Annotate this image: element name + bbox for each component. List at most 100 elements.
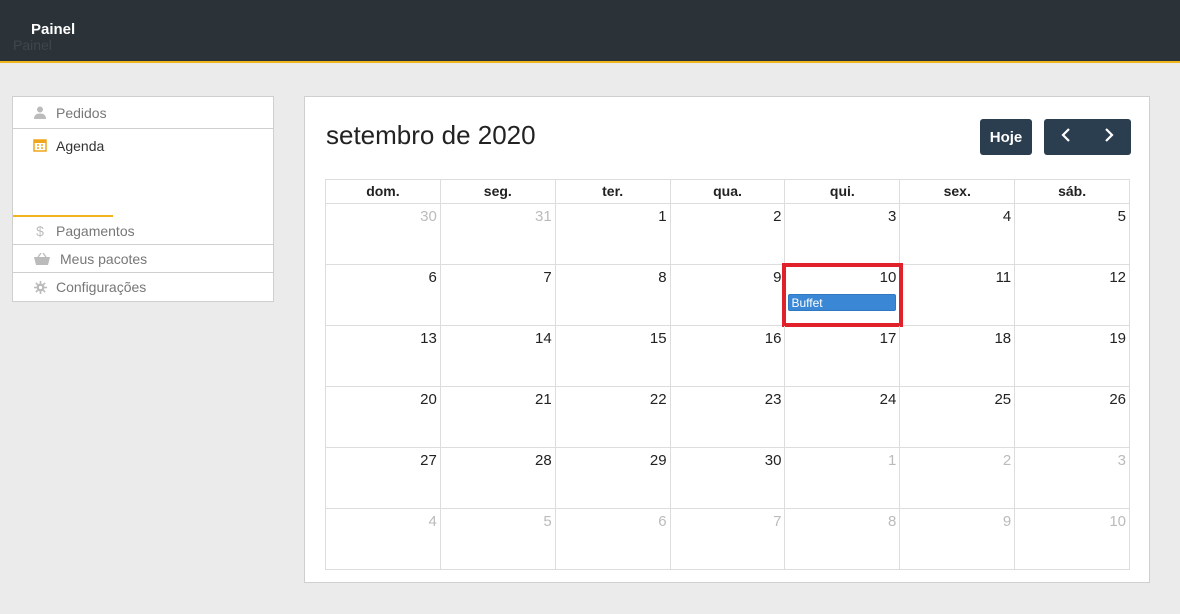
sidebar-item-pedidos[interactable]: Pedidos — [13, 97, 273, 129]
day-cell[interactable]: 17 — [785, 326, 901, 386]
prev-month-button[interactable] — [1045, 119, 1088, 155]
weekday-header: dom. — [326, 180, 441, 203]
day-cell[interactable]: 18 — [900, 326, 1016, 386]
day-cell[interactable]: 5 — [441, 509, 556, 569]
week-row: 27 28 29 30 1 2 3 — [326, 448, 1129, 509]
day-number: 30 — [420, 208, 437, 225]
day-cell[interactable]: 8 — [785, 509, 901, 569]
day-cell[interactable]: 24 — [785, 387, 901, 447]
day-cell[interactable]: 15 — [556, 326, 671, 386]
day-number: 19 — [1109, 330, 1127, 347]
day-cell[interactable]: 31 — [441, 204, 556, 264]
day-cell[interactable]: 9 — [900, 509, 1016, 569]
nav-button-group — [1044, 119, 1131, 155]
day-number: 2 — [1002, 452, 1012, 469]
day-number: 12 — [1109, 269, 1127, 286]
sidebar-item-configuracoes[interactable]: Configurações — [13, 273, 273, 301]
day-cell[interactable]: 4 — [326, 509, 441, 569]
day-cell[interactable]: 21 — [441, 387, 556, 447]
day-number: 9 — [773, 269, 782, 286]
day-cell[interactable]: 1 — [785, 448, 901, 508]
day-number: 8 — [658, 269, 667, 286]
day-cell[interactable]: 25 — [900, 387, 1016, 447]
day-cell[interactable]: 3 — [1015, 448, 1129, 508]
sidebar-item-agenda[interactable]: Agenda — [13, 129, 273, 217]
day-number: 2 — [773, 208, 782, 225]
day-cell[interactable]: 19 — [1015, 326, 1129, 386]
day-cell[interactable]: 27 — [326, 448, 441, 508]
day-cell[interactable]: 2 — [671, 204, 786, 264]
sidebar-item-label: Pedidos — [56, 104, 107, 121]
day-number: 6 — [658, 513, 667, 530]
day-number: 23 — [764, 391, 782, 408]
brand-title[interactable]: Painel — [31, 21, 75, 38]
weekday-header: sex. — [900, 180, 1016, 203]
day-cell[interactable]: 8 — [556, 265, 671, 325]
day-cell[interactable]: 16 — [671, 326, 786, 386]
calendar-title: setembro de 2020 — [326, 120, 536, 150]
day-number: 6 — [428, 269, 437, 286]
day-number: 24 — [879, 391, 897, 408]
day-number: 21 — [535, 391, 552, 408]
day-number: 18 — [994, 330, 1012, 347]
day-cell[interactable]: 6 — [326, 265, 441, 325]
day-number: 14 — [535, 330, 552, 347]
day-cell[interactable]: 5 — [1015, 204, 1129, 264]
day-cell[interactable]: 3 — [785, 204, 901, 264]
day-number: 22 — [649, 391, 667, 408]
day-cell[interactable]: 9 — [671, 265, 786, 325]
sidebar-item-label: Configurações — [56, 279, 147, 295]
day-number: 17 — [879, 330, 897, 347]
day-number: 9 — [1002, 513, 1012, 530]
day-cell[interactable]: 23 — [671, 387, 786, 447]
day-cell[interactable]: 29 — [556, 448, 671, 508]
day-cell[interactable]: 22 — [556, 387, 671, 447]
sidebar-item-pagamentos[interactable]: $ Pagamentos — [13, 217, 273, 245]
week-row: 6 7 8 9 10 Buffet 11 12 — [326, 263, 1129, 327]
day-cell[interactable]: 13 — [326, 326, 441, 386]
calendar-icon — [33, 138, 47, 152]
day-cell[interactable]: 1 — [556, 204, 671, 264]
day-number: 31 — [535, 208, 552, 225]
day-cell[interactable]: 6 — [556, 509, 671, 569]
day-number: 26 — [1109, 391, 1127, 408]
day-cell[interactable]: 10 Buffet — [782, 263, 904, 327]
chevron-left-icon — [1061, 128, 1071, 146]
day-cell[interactable]: 11 — [900, 265, 1016, 325]
basket-icon — [33, 252, 51, 266]
next-month-button[interactable] — [1088, 119, 1131, 155]
day-cell[interactable]: 7 — [671, 509, 786, 569]
day-number: 4 — [428, 513, 437, 530]
day-number: 5 — [1117, 208, 1127, 225]
sidebar-item-label: Agenda — [56, 138, 105, 154]
day-cell[interactable]: 2 — [900, 448, 1016, 508]
day-cell[interactable]: 28 — [441, 448, 556, 508]
sidebar-item-meus-pacotes[interactable]: Meus pacotes — [13, 245, 273, 273]
day-cell[interactable]: 30 — [326, 204, 441, 264]
day-number: 11 — [995, 269, 1012, 286]
day-number: 30 — [764, 452, 782, 469]
dollar-icon: $ — [36, 222, 44, 239]
brand-shadow-text: Painel — [13, 37, 52, 53]
gear-icon — [33, 280, 47, 294]
top-navbar: Painel Painel — [0, 0, 1180, 63]
day-cell[interactable]: 30 — [671, 448, 786, 508]
day-cell[interactable]: 26 — [1015, 387, 1129, 447]
chevron-right-icon — [1104, 128, 1114, 146]
day-cell[interactable]: 7 — [441, 265, 556, 325]
day-cell[interactable]: 10 — [1015, 509, 1129, 569]
day-cell[interactable]: 14 — [441, 326, 556, 386]
day-cell[interactable]: 12 — [1015, 265, 1129, 325]
day-cell[interactable]: 20 — [326, 387, 441, 447]
day-cell[interactable]: 4 — [900, 204, 1016, 264]
today-button[interactable]: Hoje — [980, 119, 1032, 155]
day-number: 5 — [543, 513, 552, 530]
week-row: 30 31 1 2 3 4 5 — [326, 204, 1129, 265]
day-number: 1 — [887, 452, 897, 469]
calendar-panel: setembro de 2020 Hoje dom. seg. ter. qua… — [304, 96, 1150, 583]
calendar-event[interactable]: Buffet — [788, 294, 897, 311]
weekday-header: qui. — [785, 180, 901, 203]
day-number: 25 — [994, 391, 1012, 408]
day-number: 16 — [764, 330, 782, 347]
calendar-grid: dom. seg. ter. qua. qui. sex. sáb. 30 31 1… — [325, 179, 1130, 570]
